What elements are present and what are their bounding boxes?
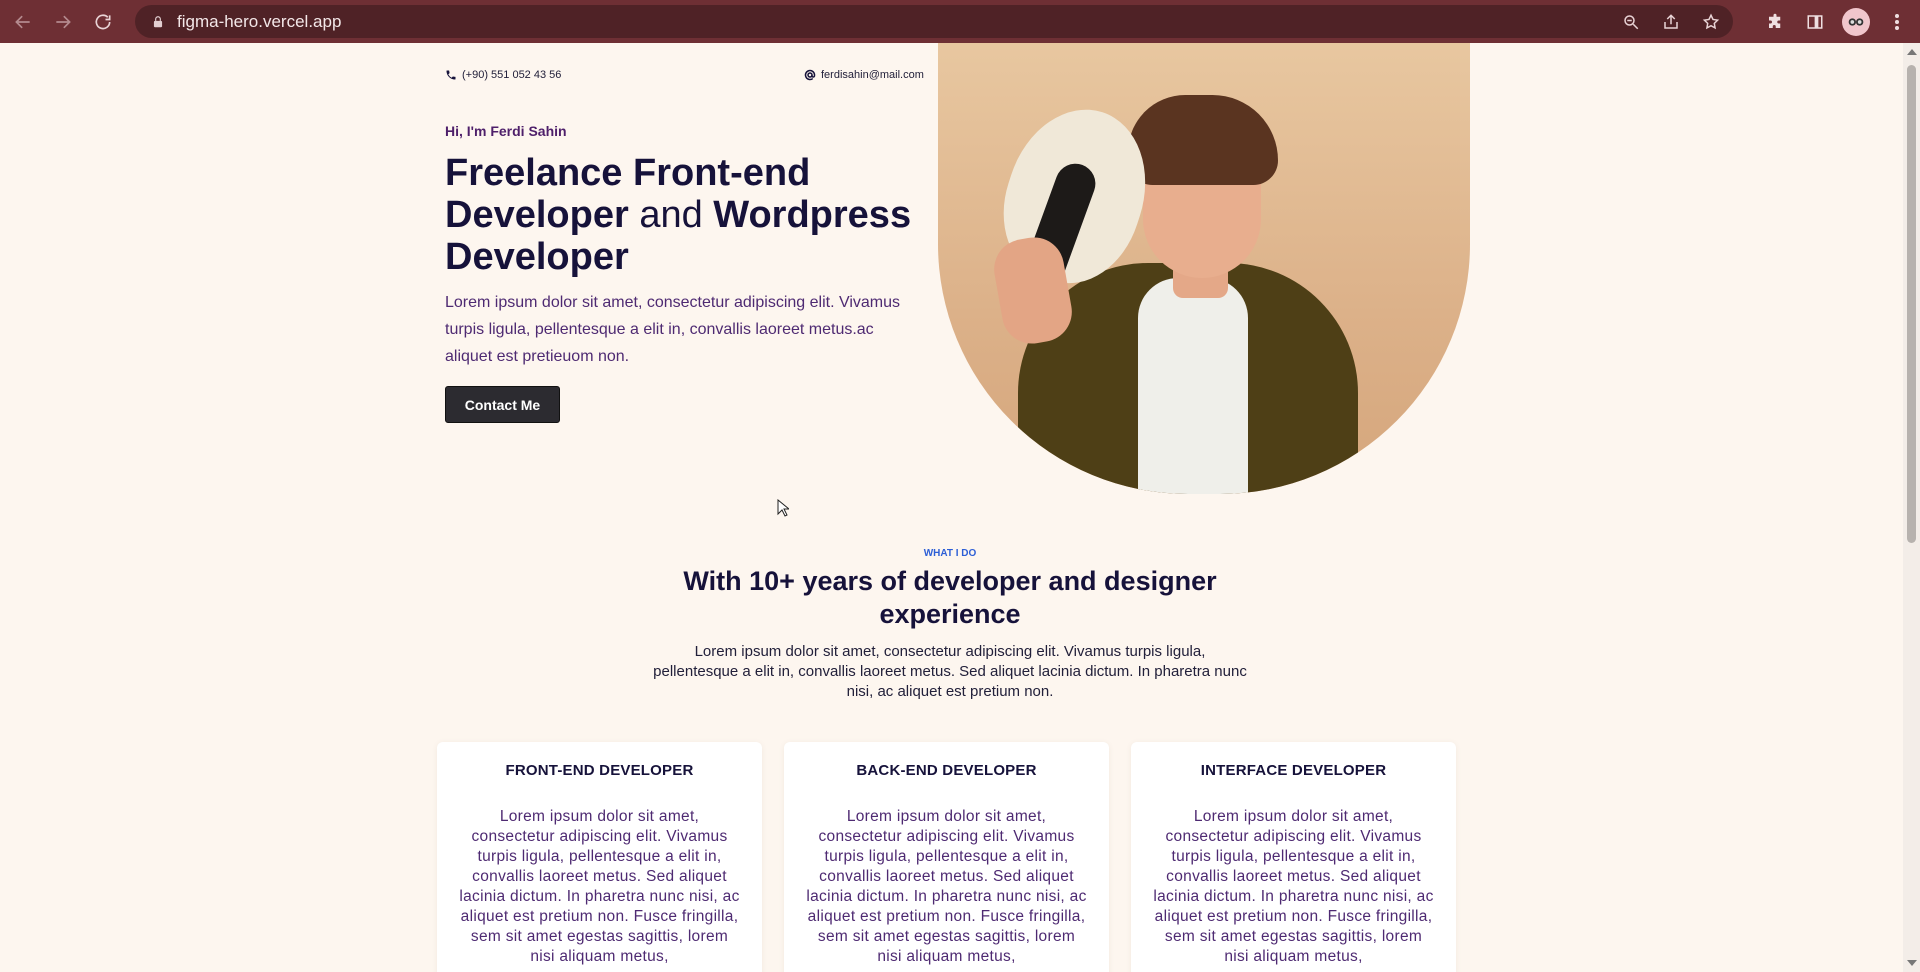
lock-icon bbox=[153, 15, 163, 27]
at-icon bbox=[804, 69, 816, 81]
card-body: Lorem ipsum dolor sit amet, consectetur … bbox=[1153, 808, 1434, 965]
headline-and: and bbox=[639, 194, 703, 236]
profile-avatar[interactable] bbox=[1842, 7, 1870, 36]
browser-toolbar: figma-hero.vercel.app bbox=[0, 0, 1920, 43]
scroll-thumb[interactable] bbox=[1907, 65, 1916, 543]
url-text[interactable]: figma-hero.vercel.app bbox=[177, 12, 341, 32]
puzzle-icon[interactable] bbox=[1762, 9, 1788, 35]
scroll-down-icon[interactable] bbox=[1907, 960, 1917, 966]
address-bar[interactable]: figma-hero.vercel.app bbox=[135, 5, 1733, 38]
reload-icon[interactable] bbox=[86, 5, 120, 39]
service-card-interface: INTERFACE DEVELOPER Lorem ipsum dolor si… bbox=[1131, 742, 1456, 972]
greeting: Hi, I'm Ferdi Sahin bbox=[445, 123, 567, 139]
email-contact[interactable]: ferdisahin@mail.com bbox=[804, 69, 924, 81]
zoom-icon[interactable] bbox=[1619, 10, 1643, 34]
page-scrollbar[interactable] bbox=[1903, 43, 1920, 972]
phone-number[interactable]: (+90) 551 052 43 56 bbox=[462, 69, 561, 81]
card-body: Lorem ipsum dolor sit amet, consectetur … bbox=[459, 808, 740, 965]
forward-arrow-icon[interactable] bbox=[46, 5, 80, 39]
menu-dots-icon[interactable] bbox=[1884, 9, 1910, 35]
phone-contact[interactable]: (+90) 551 052 43 56 bbox=[445, 69, 561, 81]
section-description: Lorem ipsum dolor sit amet, consectetur … bbox=[653, 643, 1247, 700]
section-eyebrow: WHAT I DO bbox=[923, 548, 977, 559]
phone-icon bbox=[446, 70, 456, 80]
card-title: INTERFACE DEVELOPER bbox=[1200, 762, 1387, 779]
hero-portrait-image bbox=[938, 43, 1470, 494]
email-address[interactable]: ferdisahin@mail.com bbox=[821, 69, 924, 81]
hero-intro: Lorem ipsum dolor sit amet, consectetur … bbox=[445, 294, 901, 365]
star-icon[interactable] bbox=[1699, 10, 1723, 34]
service-card-backend: BACK-END DEVELOPER Lorem ipsum dolor sit… bbox=[784, 742, 1109, 972]
card-title: BACK-END DEVELOPER bbox=[856, 762, 1037, 779]
card-title: FRONT-END DEVELOPER bbox=[505, 762, 694, 779]
sidebar-icon[interactable] bbox=[1802, 9, 1828, 35]
cursor-icon bbox=[777, 499, 789, 517]
contact-me-button[interactable]: Contact Me bbox=[445, 386, 560, 423]
back-arrow-icon[interactable] bbox=[6, 5, 40, 39]
service-card-frontend: FRONT-END DEVELOPER Lorem ipsum dolor si… bbox=[437, 742, 762, 972]
share-icon[interactable] bbox=[1659, 10, 1683, 34]
section-title: With 10+ years of developer and designer… bbox=[683, 566, 1217, 629]
card-body: Lorem ipsum dolor sit amet, consectetur … bbox=[806, 808, 1087, 965]
scroll-up-icon[interactable] bbox=[1907, 49, 1917, 55]
hero-headline: Freelance Front-end Developer and Wordpr… bbox=[445, 152, 925, 278]
